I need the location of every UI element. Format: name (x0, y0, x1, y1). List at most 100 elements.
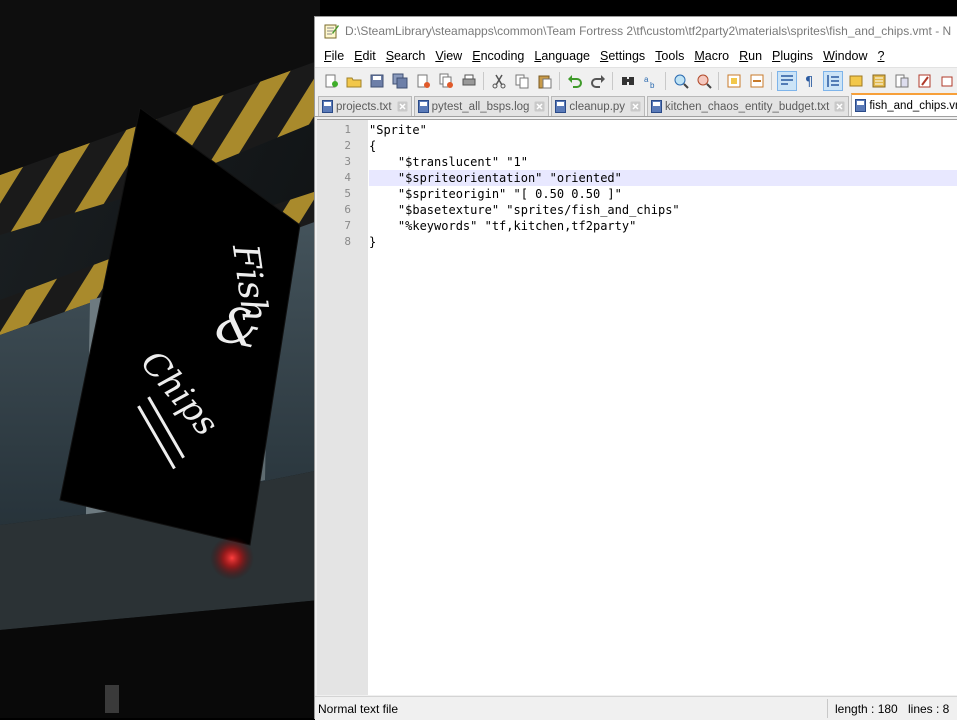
editor-area[interactable]: 1 2 3 4 5 6 7 8 "Sprite"{ "$translucent" "1" "$… (317, 119, 957, 695)
close-tab-icon[interactable] (630, 101, 641, 112)
menu-item-label: ncoding (480, 49, 525, 63)
menu-item[interactable]: Encoding (467, 49, 529, 63)
save-icon[interactable] (368, 72, 386, 90)
menu-item[interactable]: ? (873, 49, 890, 63)
file-tab[interactable]: pytest_all_bsps.log (413, 96, 550, 116)
close-all-icon[interactable] (437, 72, 455, 90)
user-language-icon[interactable] (847, 72, 865, 90)
menu-item-accelerator: ? (877, 49, 885, 63)
line-number: 5 (344, 187, 351, 200)
find-icon[interactable] (619, 72, 637, 90)
menu-item-label: earch (394, 49, 426, 63)
close-tab-icon[interactable] (534, 101, 545, 112)
indent-guide-icon[interactable] (822, 71, 843, 91)
code-line[interactable]: "$spriteorigin" "[ 0.50 0.50 ]" (369, 186, 957, 202)
line-number: 3 (344, 155, 351, 168)
menu-item[interactable]: Search (381, 49, 431, 63)
menu-item[interactable]: View (430, 49, 467, 63)
saved-file-icon (322, 100, 333, 113)
menu-item[interactable]: Edit (349, 49, 381, 63)
file-tab[interactable]: fish_and_chips.vmt (851, 93, 957, 116)
file-tab-label: cleanup.py (569, 100, 626, 113)
close-tab-icon[interactable] (834, 101, 845, 112)
menu-item-label: lugins (780, 49, 814, 63)
toolbar-separator (771, 72, 772, 90)
open-file-icon[interactable] (345, 72, 363, 90)
code-line[interactable]: } (369, 234, 957, 250)
document-map-icon[interactable] (870, 72, 888, 90)
window-title: D:\SteamLibrary\steamapps\common\Team Fo… (345, 24, 952, 38)
monitoring-icon[interactable] (939, 72, 957, 90)
sync-vertical-icon[interactable] (725, 72, 743, 90)
file-tab[interactable]: projects.txt (318, 96, 412, 116)
undo-icon[interactable] (566, 72, 584, 90)
toolbar-separator (718, 72, 719, 90)
menu-item-label: dit (362, 49, 376, 63)
line-number: 1 (344, 123, 351, 136)
menu-bar: File Edit Search View Encoding Language Settin… (315, 45, 957, 68)
line-number: 8 (344, 235, 351, 248)
menu-item[interactable]: File (319, 49, 349, 63)
menu-item[interactable]: Tools (650, 49, 689, 63)
toolbar: ab ¶ (315, 68, 957, 94)
code-line[interactable]: "$basetexture" "sprites/fish_and_chips" (369, 202, 957, 218)
show-all-characters-icon[interactable]: ¶ (801, 72, 819, 90)
code-line[interactable]: { (369, 138, 957, 154)
menu-item[interactable]: Settings (595, 49, 650, 63)
svg-text:a: a (644, 75, 649, 84)
close-tab-icon[interactable] (397, 101, 408, 112)
file-tab-label: projects.txt (336, 100, 392, 113)
line-number: 6 (344, 203, 351, 216)
new-file-icon[interactable] (322, 72, 340, 90)
svg-text:¶: ¶ (805, 75, 813, 89)
file-tab[interactable]: cleanup.py (551, 96, 646, 116)
menu-item[interactable]: Plugins (767, 49, 818, 63)
saved-file-icon (855, 99, 867, 112)
folder-as-workspace-icon[interactable] (916, 72, 934, 90)
menu-item[interactable]: Run (734, 49, 767, 63)
function-list-icon[interactable] (893, 72, 911, 90)
copy-icon[interactable] (513, 72, 531, 90)
title-bar: D:\SteamLibrary\steamapps\common\Team Fo… (315, 17, 957, 45)
sign-text-chips: Chips (132, 342, 227, 444)
menu-item-accelerator: M (694, 49, 705, 63)
code-line[interactable]: "$translucent" "1" (369, 154, 957, 170)
menu-item-label: iew (443, 49, 463, 63)
word-wrap-icon[interactable] (776, 71, 797, 91)
sync-horizontal-icon[interactable] (748, 72, 766, 90)
toolbar-separator (559, 72, 560, 90)
save-all-icon[interactable] (391, 72, 409, 90)
print-icon[interactable] (460, 72, 478, 90)
menu-item-label: ile (331, 49, 345, 63)
line-number: 4 (344, 171, 351, 184)
close-file-icon[interactable] (414, 72, 432, 90)
toolbar-separator (612, 72, 613, 90)
replace-icon[interactable]: ab (642, 72, 660, 90)
menu-item-label: ettings (608, 49, 646, 63)
zoom-in-icon[interactable] (672, 72, 690, 90)
svg-text:b: b (650, 81, 655, 89)
file-tab-label: fish_and_chips.vmt (869, 99, 957, 112)
menu-item[interactable]: Macro (689, 49, 734, 63)
file-type-status: Normal text file (318, 702, 399, 716)
saved-file-icon (417, 100, 429, 113)
code-line[interactable]: "Sprite" (369, 122, 957, 138)
redo-icon[interactable] (589, 72, 607, 90)
menu-item-label: ools (661, 49, 685, 63)
cut-icon[interactable] (490, 72, 508, 90)
menu-item[interactable]: Window (818, 49, 872, 63)
code-line[interactable]: "$spriteorientation" "oriented" (369, 170, 957, 186)
paste-icon[interactable] (536, 72, 554, 90)
menu-item-accelerator: W (823, 49, 835, 63)
toolbar-separator (665, 72, 666, 90)
menu-item-accelerator: S (385, 49, 395, 63)
lines-status: lines : 8 (908, 702, 950, 716)
tab-bar: projects.txt pytest_all_bsps.log cleanup.p… (315, 93, 957, 117)
zoom-out-icon[interactable] (695, 72, 713, 90)
saved-file-icon (555, 100, 567, 113)
menu-item-accelerator: F (324, 49, 332, 63)
file-tab-label: kitchen_chaos_entity_budget.txt (665, 100, 830, 113)
file-tab[interactable]: kitchen_chaos_entity_budget.txt (647, 96, 850, 116)
code-line[interactable]: "%keywords" "tf,kitchen,tf2party" (369, 218, 957, 234)
menu-item[interactable]: Language (529, 49, 595, 63)
